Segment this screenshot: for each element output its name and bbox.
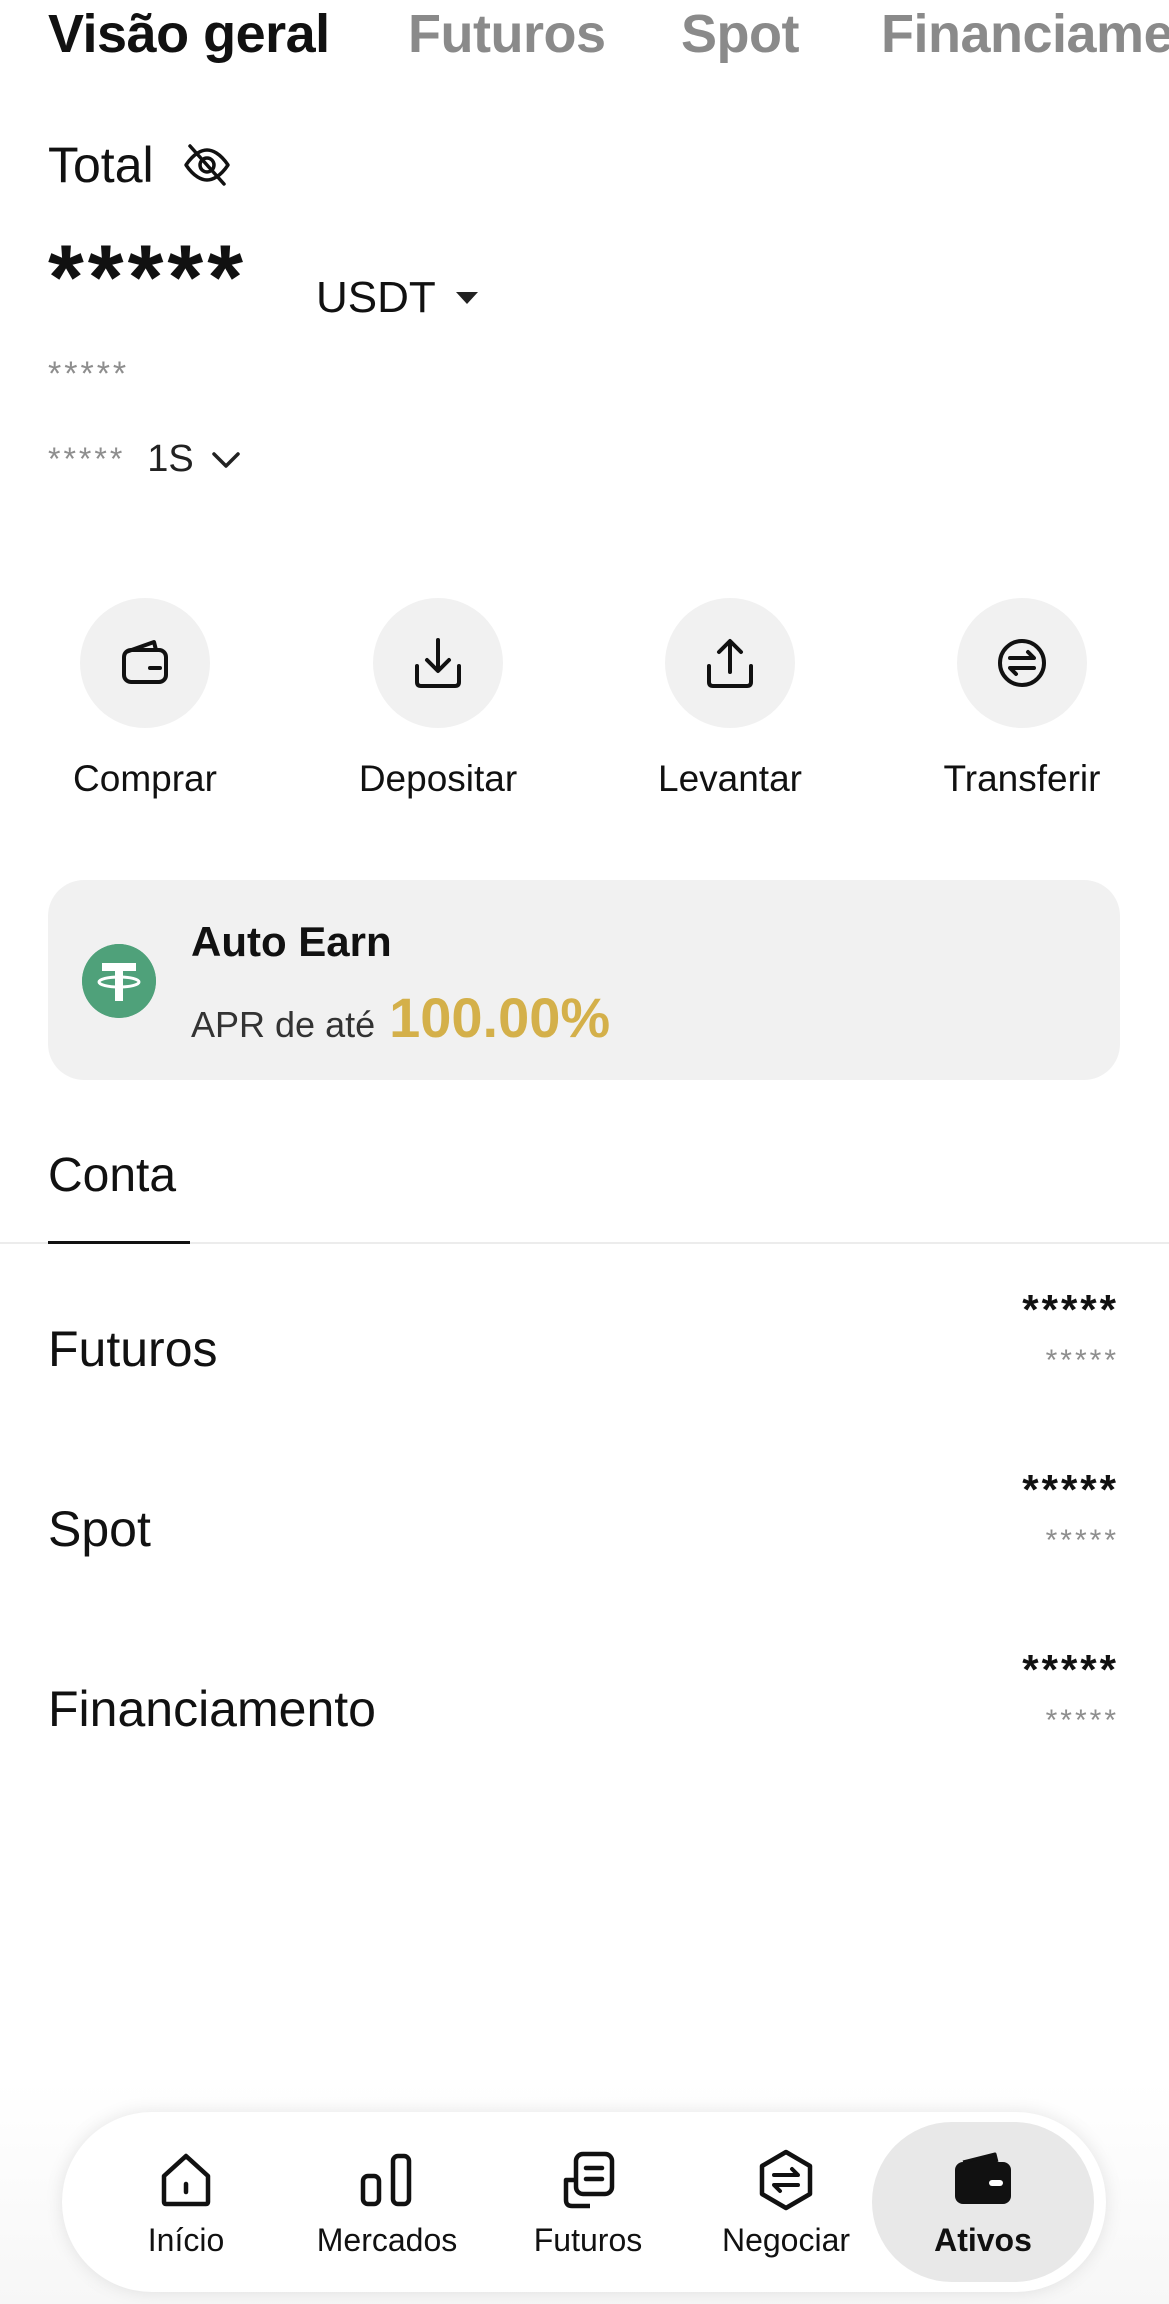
tab-account[interactable]: Conta [48, 1148, 176, 1203]
upload-icon [707, 639, 753, 688]
nav-trade[interactable]: Negociar [696, 2112, 876, 2292]
trade-icon [759, 2149, 813, 2211]
account-fiat-value: ***** [1045, 1344, 1119, 1377]
nav-markets[interactable]: Mercados [297, 2112, 477, 2292]
tab-spot[interactable]: Spot [681, 0, 799, 68]
deposit-label: Depositar [358, 758, 518, 799]
buy-button[interactable]: Comprar [45, 598, 245, 800]
total-label: Total [48, 137, 154, 193]
withdraw-icon-circle [665, 598, 795, 728]
transfer-label: Transferir [943, 758, 1101, 799]
account-value: ***** [1022, 1466, 1119, 1513]
nav-futures[interactable]: Futuros [498, 2112, 678, 2292]
account-row-spot[interactable]: Spot ***** ***** [0, 1456, 1169, 1636]
buy-icon-circle [80, 598, 210, 728]
account-fiat-value: ***** [1045, 1704, 1119, 1737]
buy-label: Comprar [73, 758, 217, 799]
currency-selector[interactable]: USDT [316, 273, 478, 323]
fiat-value: ***** [48, 355, 130, 393]
balance-value: ***** [48, 227, 248, 329]
promo-title: Auto Earn [191, 918, 392, 965]
period-label: 1S [147, 438, 194, 480]
withdraw-button[interactable]: Levantar [630, 598, 830, 800]
apr-label: APR de até [191, 1004, 376, 1045]
nav-home-label: Início [147, 2222, 225, 2258]
pnl-row[interactable]: ***** 1S [48, 438, 242, 481]
account-name: Spot [48, 1501, 151, 1557]
quick-actions: Comprar Depositar Levantar Transferir [0, 598, 1169, 800]
tab-futures[interactable]: Futuros [408, 0, 606, 68]
markets-icon [360, 2153, 412, 2207]
tab-financing[interactable]: Financiamento [881, 0, 1169, 68]
auto-earn-banner[interactable]: Auto Earn APR de até 100.00% [48, 880, 1120, 1080]
futures-icon [563, 2151, 615, 2209]
tab-overview[interactable]: Visão geral [48, 0, 330, 68]
withdraw-label: Levantar [658, 758, 802, 799]
account-row-futures[interactable]: Futuros ***** ***** [0, 1276, 1169, 1456]
currency-label: USDT [316, 273, 436, 322]
tab-underline [48, 1241, 190, 1244]
account-name: Futuros [48, 1321, 218, 1377]
transfer-icon-circle [957, 598, 1087, 728]
download-icon [415, 638, 461, 688]
nav-markets-label: Mercados [316, 2222, 458, 2258]
account-row-financing[interactable]: Financiamento ***** ***** [0, 1636, 1169, 1816]
account-tab-bar: Conta [0, 1130, 1169, 1244]
caret-down-icon [455, 292, 478, 304]
nav-assets-label: Ativos [934, 2222, 1032, 2258]
top-tab-bar: Visão geral Futuros Spot Financiamento [0, 0, 1169, 72]
tether-icon [82, 944, 156, 1018]
chevron-down-icon [212, 451, 240, 468]
wallet-icon [122, 640, 168, 684]
promo-subtitle: APR de até 100.00% [191, 985, 610, 1050]
account-value: ***** [1022, 1646, 1119, 1693]
transfer-icon [998, 639, 1046, 687]
deposit-icon-circle [373, 598, 503, 728]
assets-wallet-icon [955, 2152, 1011, 2204]
total-header: Total [48, 135, 232, 195]
account-value: ***** [1022, 1286, 1119, 1333]
nav-home[interactable]: Início [96, 2112, 276, 2292]
pnl-value: ***** [48, 441, 126, 477]
nav-trade-label: Negociar [721, 2222, 851, 2258]
apr-value: 100.00% [389, 986, 611, 1049]
account-name: Financiamento [48, 1681, 376, 1737]
account-fiat-value: ***** [1045, 1524, 1119, 1557]
deposit-button[interactable]: Depositar [338, 598, 538, 800]
eye-off-icon[interactable] [182, 140, 232, 190]
home-icon [161, 2153, 211, 2207]
nav-futures-label: Futuros [533, 2222, 643, 2258]
transfer-button[interactable]: Transferir [922, 598, 1122, 800]
bottom-nav: Início Mercados Futuros Negociar Ativos [62, 2112, 1106, 2292]
nav-assets[interactable]: Ativos [872, 2122, 1094, 2282]
